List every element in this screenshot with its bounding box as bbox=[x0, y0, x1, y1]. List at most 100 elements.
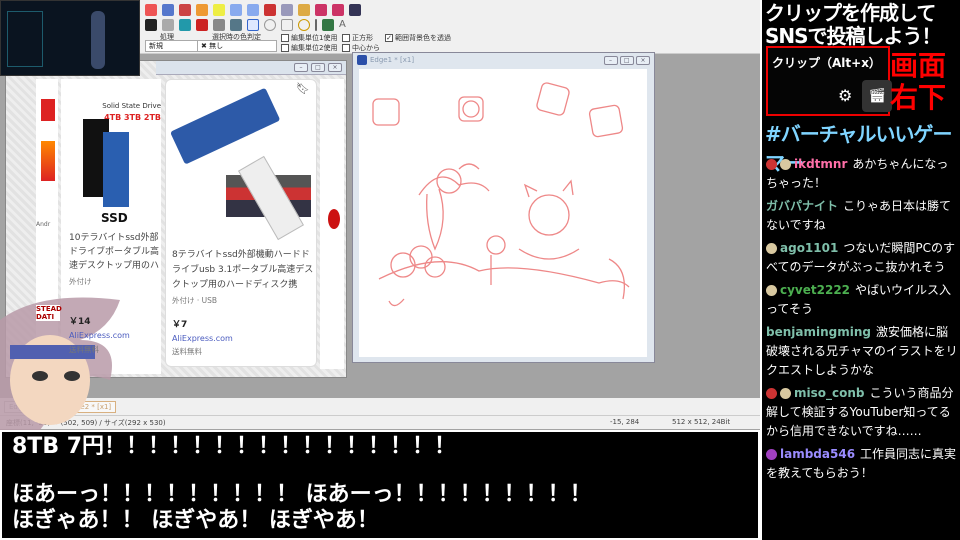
card1-title[interactable]: 10テラバイトssd外部ドライブポータブル高速デスクトップ用のハードディスク bbox=[69, 231, 161, 273]
square-checkbox[interactable]: 正方形 bbox=[342, 33, 373, 43]
browser-window: – □ × Andr STEAD DATI Solid State Drive 4T… bbox=[5, 60, 347, 379]
card1-shipping: 送料無料 bbox=[69, 345, 99, 354]
panel-icon[interactable] bbox=[281, 4, 293, 16]
maximize-button[interactable]: □ bbox=[311, 63, 325, 72]
chat-username[interactable]: lambda546 bbox=[780, 447, 855, 461]
fill-icon[interactable] bbox=[196, 4, 208, 16]
tab-edge1[interactable]: Edge1 * [x1] bbox=[4, 400, 59, 413]
right-column bbox=[320, 79, 344, 369]
status-coordinates: 座標(11, -20) → (502, 509) / サイズ(292 x 530… bbox=[6, 419, 166, 427]
edge1-window: Edge1 * [x1] – □ × bbox=[352, 52, 655, 363]
line-icon[interactable] bbox=[315, 19, 317, 31]
chat-list: ikdtmnr あかちゃんになっちゃった！ ガバパナイト こりゃあ日本は勝てないですね… bbox=[766, 155, 958, 487]
transparent-checkbox[interactable]: ✓ 範囲背景色を透過 bbox=[385, 33, 451, 43]
card2-category: 外付け · USB bbox=[172, 296, 218, 305]
card2-site[interactable]: AliExpress.com bbox=[172, 332, 233, 346]
eraser-icon[interactable] bbox=[213, 19, 225, 31]
polygon-select-icon[interactable] bbox=[281, 19, 293, 31]
chat-message: miso_conb こういう商品分解して検証するYouTuber知ってるから信用で… bbox=[766, 384, 958, 441]
layer-icon[interactable] bbox=[298, 4, 310, 16]
left-text: Andr bbox=[36, 221, 51, 228]
book-icon[interactable] bbox=[247, 4, 259, 16]
color-icon[interactable] bbox=[179, 4, 191, 16]
clip-promo-text: クリップを作成して SNSで投稿しよう！ bbox=[765, 1, 942, 48]
chat-username[interactable]: benjamingming bbox=[766, 325, 871, 339]
red-sketch bbox=[372, 82, 630, 307]
app-icon bbox=[357, 55, 367, 65]
minimize-button[interactable]: – bbox=[603, 55, 618, 65]
edge1-title: Edge1 * [x1] bbox=[370, 56, 415, 64]
chat-message: ago1101 つないだ瞬間PCのすべてのデータがぶっこ抜かれそう bbox=[766, 239, 958, 277]
unit2-checkbox[interactable]: 編集単位2使用 bbox=[281, 43, 337, 53]
minimize-button[interactable]: – bbox=[294, 63, 308, 72]
chat-username[interactable]: ikdtmnr bbox=[794, 157, 847, 171]
toolbar-row-2: A bbox=[145, 19, 351, 31]
close-button[interactable]: × bbox=[328, 63, 342, 72]
close-button[interactable]: × bbox=[636, 55, 650, 65]
card2-title[interactable]: 8テラバイトssd外部機動ハードドライブusb 3.1ポータブル高速デスクトップ… bbox=[172, 248, 314, 293]
chat-message: ガバパナイト こりゃあ日本は勝てないですね bbox=[766, 197, 958, 235]
color-judge-select[interactable]: ✖ 無し bbox=[197, 40, 277, 52]
user-badge-icon bbox=[766, 449, 777, 460]
drop-icon[interactable] bbox=[179, 19, 191, 31]
status-bar: 座標(11, -20) → (502, 509) / サイズ(292 x 530… bbox=[0, 415, 760, 429]
drawing-canvas[interactable] bbox=[359, 69, 647, 357]
chat-username[interactable]: ガバパナイト bbox=[766, 199, 838, 213]
palette-icon[interactable] bbox=[213, 4, 225, 16]
chat-message: lambda546 工作員同志に真実を教えてもらおう！ bbox=[766, 445, 958, 483]
maximize-button[interactable]: □ bbox=[619, 55, 634, 65]
browser-titlebar: – □ × bbox=[156, 61, 346, 75]
user-badge-icon bbox=[766, 388, 777, 399]
bucket-icon[interactable] bbox=[230, 19, 242, 31]
chat-message: benjamingming 激安価格に脳破壊される兄チャマのイラストをリクエストし… bbox=[766, 323, 958, 380]
card2-price: ￥7 bbox=[172, 320, 188, 330]
window-icon[interactable] bbox=[230, 4, 242, 16]
chat-username[interactable]: ago1101 bbox=[780, 241, 838, 255]
display-icon[interactable] bbox=[264, 4, 276, 16]
ellipse-select-icon[interactable] bbox=[264, 19, 276, 31]
tab-edge2[interactable]: Edge2 * [x1] bbox=[62, 400, 117, 413]
ssd-blue-image bbox=[103, 132, 129, 207]
ssd-blue-image bbox=[170, 87, 281, 165]
zoom-in-icon[interactable] bbox=[145, 4, 157, 16]
card2-shipping: 送料無料 bbox=[172, 347, 202, 356]
process-select[interactable]: 新規 bbox=[145, 40, 205, 52]
clapperboard-icon[interactable]: 🎬︎ bbox=[862, 80, 892, 112]
product-card-1[interactable]: Solid State Drive 4TB 3TB 2TB SSD 10テラバイ… bbox=[61, 79, 161, 374]
toolbar-row-1 bbox=[145, 4, 361, 16]
card1-site[interactable]: AliExpress.com bbox=[69, 329, 130, 343]
rect-select-icon[interactable] bbox=[247, 19, 259, 31]
layer-save-icon[interactable] bbox=[332, 4, 344, 16]
bookmark-icon[interactable]: 🔖︎ bbox=[296, 82, 310, 96]
clip-box: クリップ（Alt+x） ⚙ 🎬︎ bbox=[766, 46, 892, 116]
text-icon[interactable]: A bbox=[339, 19, 351, 31]
subtitle-box: 8TB 7円！！！！！！！！！！！！！！！！ ほあーっ！！！！！！！！！ ほあー… bbox=[0, 430, 760, 540]
film-icon[interactable] bbox=[349, 4, 361, 16]
lasso-select-icon[interactable] bbox=[298, 19, 310, 31]
unit1-checkbox[interactable]: 編集単位1使用 bbox=[281, 33, 337, 43]
text-a-icon[interactable] bbox=[196, 19, 208, 31]
card1-image-label: SSD bbox=[101, 211, 128, 225]
clip-label: クリップ（Alt+x） bbox=[772, 56, 881, 70]
user-badge-icon bbox=[766, 243, 777, 254]
user-badge-icon bbox=[766, 285, 777, 296]
card1-price: ￥14 bbox=[69, 317, 91, 327]
user-badge-icon bbox=[766, 159, 777, 170]
pen-icon[interactable] bbox=[322, 19, 334, 31]
layer-edit-icon[interactable] bbox=[315, 4, 327, 16]
product-card-2[interactable]: 🔖︎ 8テラバイトssd外部機動ハードドライブusb 3.1ポータブル高速デスク… bbox=[165, 79, 317, 367]
chat-username[interactable]: miso_conb bbox=[794, 386, 865, 400]
stream-sidebar: クリップを作成して SNSで投稿しよう！ クリップ（Alt+x） ⚙ 🎬︎ 画面… bbox=[760, 0, 960, 540]
subtitle-line: 8TB 7円！！！！！！！！！！！！！！！！ bbox=[12, 434, 457, 459]
gear-icon[interactable]: ⚙ bbox=[838, 86, 852, 105]
user-badge-icon bbox=[780, 159, 791, 170]
status-image-info: 512 x 512, 24Bit bbox=[672, 418, 731, 426]
zoom-out-icon[interactable] bbox=[162, 4, 174, 16]
subtitle-line: ほぎゃあ！！ ほぎやあ！ ほぎやあ！ bbox=[12, 508, 379, 533]
screen-capture: A 処理 新規 選択時の色判定 ✖ 無し 編集単位1使用 編集単位2使用 正方形… bbox=[0, 0, 760, 430]
corner-label: 画面 右下 bbox=[890, 49, 947, 114]
shape-icon[interactable] bbox=[145, 19, 157, 31]
left-column: Andr bbox=[36, 79, 58, 379]
chat-username[interactable]: cyvet2222 bbox=[780, 283, 850, 297]
lasso-icon[interactable] bbox=[162, 19, 174, 31]
